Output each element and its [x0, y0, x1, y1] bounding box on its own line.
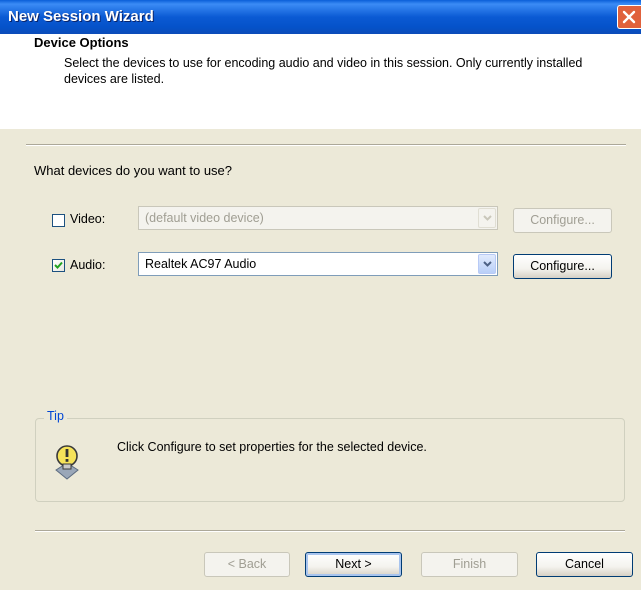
title-bar[interactable]: New Session Wizard — [0, 0, 641, 34]
video-dropdown-button[interactable] — [478, 208, 496, 228]
tip-legend: Tip — [44, 409, 67, 423]
audio-checkbox[interactable] — [52, 259, 65, 272]
video-checkbox[interactable] — [52, 214, 65, 227]
tip-groupbox — [35, 418, 625, 502]
next-button[interactable]: Next > — [305, 552, 402, 577]
video-device-value: (default video device) — [145, 211, 264, 225]
wizard-window: New Session Wizard Device Options Select… — [0, 0, 641, 590]
page-title: Device Options — [34, 35, 129, 50]
audio-device-value: Realtek AC97 Audio — [145, 257, 257, 271]
close-icon — [622, 10, 636, 24]
chevron-down-icon — [483, 261, 492, 267]
audio-device-select[interactable]: Realtek AC97 Audio — [138, 252, 498, 276]
video-label: Video: — [70, 212, 106, 226]
page-description: Select the devices to use for encoding a… — [64, 56, 583, 86]
audio-configure-button[interactable]: Configure... — [513, 254, 612, 279]
close-button[interactable] — [617, 5, 641, 29]
audio-label: Audio: — [70, 258, 106, 272]
finish-button[interactable]: Finish — [421, 552, 518, 577]
checkmark-icon — [54, 261, 63, 269]
header-divider — [26, 144, 626, 146]
cancel-button[interactable]: Cancel — [536, 552, 633, 577]
chevron-down-icon — [483, 215, 492, 221]
window-title: New Session Wizard — [8, 8, 154, 25]
tip-text: Click Configure to set properties for th… — [117, 440, 427, 454]
audio-dropdown-button[interactable] — [478, 254, 496, 274]
footer-divider — [35, 530, 625, 532]
back-button[interactable]: < Back — [204, 552, 290, 577]
video-configure-button[interactable]: Configure... — [513, 208, 612, 233]
video-device-select[interactable]: (default video device) — [138, 206, 498, 230]
lightbulb-icon — [52, 443, 82, 484]
question-label: What devices do you want to use? — [34, 163, 233, 178]
